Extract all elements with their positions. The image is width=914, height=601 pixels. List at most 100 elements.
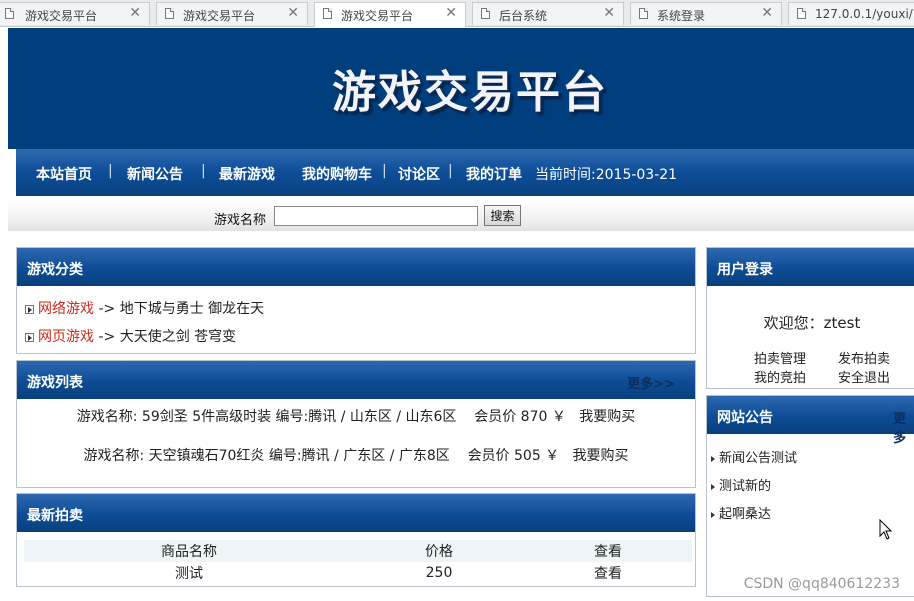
tab-label: 游戏交易平台 <box>183 9 256 23</box>
notice-item[interactable]: 测试新的 <box>711 475 771 494</box>
page-icon <box>797 8 806 19</box>
game-info[interactable]: 游戏名称: 天空镇魂石70红炎 编号:腾讯 / 广东区 / 广东8区 <box>83 448 449 464</box>
notice-title[interactable]: 起啊桑达 <box>719 507 771 522</box>
category-link[interactable]: 网页游戏 <box>38 329 94 345</box>
nav-cart[interactable]: 我的购物车 <box>302 164 372 184</box>
page-icon <box>323 8 332 19</box>
search-label: 游戏名称 <box>214 213 267 228</box>
close-icon[interactable]: ✕ <box>287 5 299 21</box>
game-category-panel: 游戏分类 网络游戏 -> 地下城与勇士 御龙在天 网页游戏 -> 大天使之剑 苍… <box>16 247 696 354</box>
more-link[interactable]: 更多 <box>893 408 914 446</box>
close-icon[interactable]: ✕ <box>445 5 457 21</box>
page-icon <box>5 8 14 19</box>
mouse-cursor-icon <box>879 519 893 540</box>
category-link[interactable]: 网络游戏 <box>38 301 94 317</box>
panel-title: 游戏分类 <box>27 262 83 278</box>
browser-tab-strip: 游戏交易平台 ✕ 游戏交易平台 ✕ 游戏交易平台 ✕ 后台系统 ✕ 系统登录 ✕… <box>0 0 914 27</box>
expand-icon[interactable] <box>25 304 34 314</box>
welcome-message: 欢迎您：ztest <box>763 314 861 332</box>
bullet-arrow-icon <box>711 483 715 490</box>
column-header: 查看 <box>594 544 622 560</box>
panel-header: 游戏列表 更多>> <box>17 361 695 399</box>
table-row: 测试 250 查看 <box>24 562 692 584</box>
nav-separator: | <box>201 163 206 179</box>
category-row: 网络游戏 -> 地下城与勇士 御龙在天 <box>25 298 264 318</box>
current-time: 当前时间:2015-03-21 <box>535 167 678 183</box>
bullet-arrow-icon <box>711 511 715 518</box>
game-list-item: 游戏名称: 天空镇魂石70红炎 编号:腾讯 / 广东区 / 广东8区 会员价 5… <box>17 445 695 465</box>
browser-tab-4[interactable]: 后台系统 ✕ <box>472 2 624 25</box>
bullet-arrow-icon <box>711 455 715 462</box>
browser-tab-5[interactable]: 系统登录 ✕ <box>630 2 782 25</box>
panel-header: 游戏分类 <box>17 248 695 286</box>
search-input[interactable] <box>274 206 478 226</box>
site-notice-panel: 网站公告 更多 新闻公告测试 测试新的 起啊桑达 <box>706 395 914 597</box>
notice-title[interactable]: 测试新的 <box>719 479 771 494</box>
close-icon[interactable]: ✕ <box>761 5 773 21</box>
notice-title[interactable]: 新闻公告测试 <box>719 451 797 466</box>
category-row: 网页游戏 -> 大天使之剑 苍穹变 <box>25 326 236 346</box>
panel-header: 网站公告 更多 <box>707 396 914 446</box>
nav-news[interactable]: 新闻公告 <box>127 164 183 184</box>
main-nav: 本站首页 | 新闻公告 | 最新游戏 我的购物车 | 讨论区 | 我的订单 当前… <box>16 149 914 196</box>
notice-item[interactable]: 起啊桑达 <box>711 503 771 522</box>
nav-separator: | <box>108 163 113 179</box>
table-header-row: 商品名称 价格 查看 <box>24 540 692 562</box>
auction-manage-link[interactable]: 拍卖管理 <box>754 348 806 367</box>
browser-tab-2[interactable]: 游戏交易平台 ✕ <box>156 2 308 25</box>
buy-link[interactable]: 我要购买 <box>573 448 629 464</box>
publish-auction-link[interactable]: 发布拍卖 <box>838 348 890 367</box>
tab-label: 后台系统 <box>499 9 548 23</box>
expand-icon[interactable] <box>25 332 34 342</box>
category-games[interactable]: 大天使之剑 苍穹变 <box>120 329 236 345</box>
game-price: 会员价 870 ￥ <box>474 409 566 425</box>
tab-label: 游戏交易平台 <box>25 9 98 23</box>
nav-new-games[interactable]: 最新游戏 <box>219 164 275 184</box>
nav-separator: | <box>448 163 453 179</box>
panel-title: 最新拍卖 <box>27 508 83 524</box>
tab-label: 127.0.0.1/youxi/ <box>815 7 913 21</box>
page-icon <box>639 8 648 19</box>
view-link[interactable]: 查看 <box>524 562 692 584</box>
browser-tab-6[interactable]: 127.0.0.1/youxi/ <box>788 2 914 25</box>
more-link[interactable]: 更多>> <box>627 373 675 392</box>
search-bar: 游戏名称 搜索 <box>8 201 914 231</box>
game-list-item: 游戏名称: 59剑圣 5件高级时装 编号:腾讯 / 山东区 / 山东6区 会员价… <box>17 406 695 426</box>
game-list-panel: 游戏列表 更多>> 游戏名称: 59剑圣 5件高级时装 编号:腾讯 / 山东区 … <box>16 360 696 488</box>
notice-item[interactable]: 新闻公告测试 <box>711 447 797 466</box>
game-price: 会员价 505 ￥ <box>467 448 560 464</box>
auction-table: 商品名称 价格 查看 测试 250 查看 <box>24 540 692 584</box>
browser-tab-3[interactable]: 游戏交易平台 ✕ <box>314 2 466 27</box>
panel-header: 最新拍卖 <box>17 494 695 532</box>
page-icon <box>481 8 490 19</box>
tab-label: 游戏交易平台 <box>341 9 414 23</box>
browser-tab-1[interactable]: 游戏交易平台 ✕ <box>0 2 150 25</box>
column-header: 商品名称 <box>161 544 217 560</box>
nav-orders[interactable]: 我的订单 <box>466 164 522 184</box>
close-icon[interactable]: ✕ <box>129 5 141 21</box>
game-info[interactable]: 游戏名称: 59剑圣 5件高级时装 编号:腾讯 / 山东区 / 山东6区 <box>77 409 457 425</box>
watermark: CSDN @qq840612233 <box>743 576 900 592</box>
category-games[interactable]: 地下城与勇士 御龙在天 <box>120 301 264 317</box>
panel-title: 游戏列表 <box>27 375 83 391</box>
close-icon[interactable]: ✕ <box>603 5 615 21</box>
arrow-text: -> <box>98 301 116 317</box>
panel-title: 用户登录 <box>717 262 773 278</box>
latest-auctions-panel: 最新拍卖 商品名称 价格 查看 测试 250 查看 <box>16 493 696 587</box>
user-login-panel: 用户登录 欢迎您：ztest 拍卖管理 发布拍卖 我的竞拍 安全退出 <box>706 247 914 389</box>
auction-item-price: 250 <box>425 565 453 581</box>
arrow-text: -> <box>98 329 116 345</box>
nav-forum[interactable]: 讨论区 <box>398 164 440 184</box>
buy-link[interactable]: 我要购买 <box>579 409 635 425</box>
panel-title: 网站公告 <box>717 410 773 426</box>
search-button[interactable]: 搜索 <box>484 205 521 226</box>
panel-header: 用户登录 <box>707 248 914 286</box>
logout-link[interactable]: 安全退出 <box>838 367 890 386</box>
site-banner: 游戏交易平台 <box>8 28 914 149</box>
column-header: 价格 <box>425 544 453 560</box>
site-title: 游戏交易平台 <box>332 67 608 118</box>
nav-home[interactable]: 本站首页 <box>36 164 92 184</box>
auction-item-name: 测试 <box>175 566 203 582</box>
my-bids-link[interactable]: 我的竞拍 <box>754 367 806 386</box>
nav-separator: | <box>382 163 387 179</box>
